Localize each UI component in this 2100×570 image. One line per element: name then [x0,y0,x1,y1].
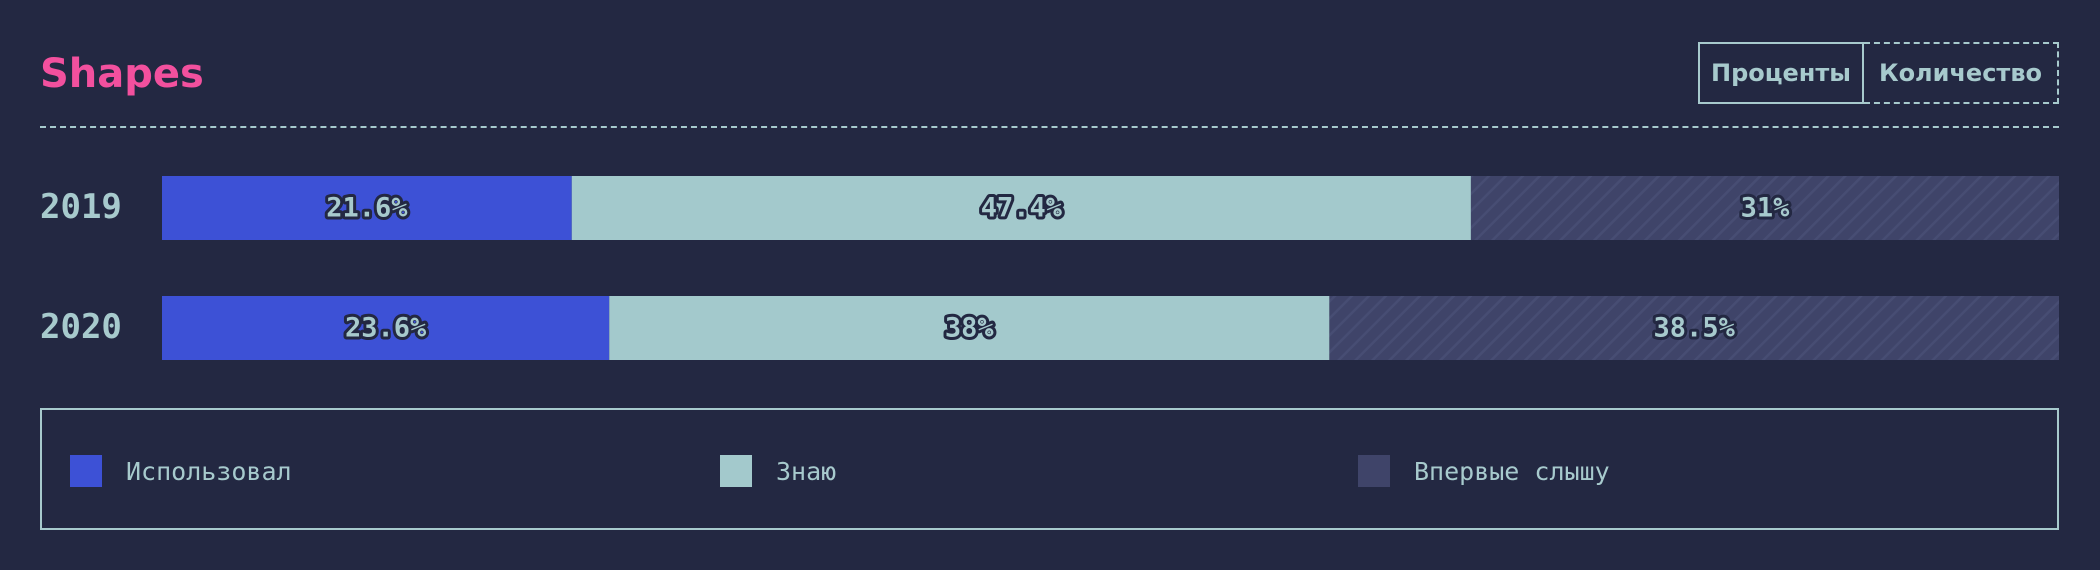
bar-label-2019-used: 21.6% [326,193,408,224]
bar-group: 21.6% 47.4% 31% 23.6% 38% 38.5% [162,176,2059,360]
bar-label-2020-never-heard: 38.5% [1654,313,1736,344]
legend-label-never-heard: Впервые слышу [1414,456,1610,486]
legend-swatch-know [720,455,752,487]
bar-label-2020-know: 38% [945,313,995,344]
bar-label-2019-never-heard: 31% [1741,193,1791,224]
bar-label-2020-used: 23.6% [345,313,427,344]
legend-swatch-used [70,455,102,487]
legend-item-never-heard[interactable]: Впервые слышу [1358,454,1610,488]
legend-label-know: Знаю [776,456,837,486]
legend-item-know[interactable]: Знаю [720,454,836,488]
legend-swatch-never-heard [1358,455,1390,487]
legend: Использовал Знаю Впервые слышу [40,408,2059,530]
bar-label-2019-know: 47.4% [981,193,1063,224]
legend-item-used[interactable]: Использовал [70,454,292,488]
legend-label-used: Использовал [126,456,292,486]
stacked-bar-chart: 21.6% 47.4% 31% 23.6% 38% 38.5% [162,176,2059,360]
